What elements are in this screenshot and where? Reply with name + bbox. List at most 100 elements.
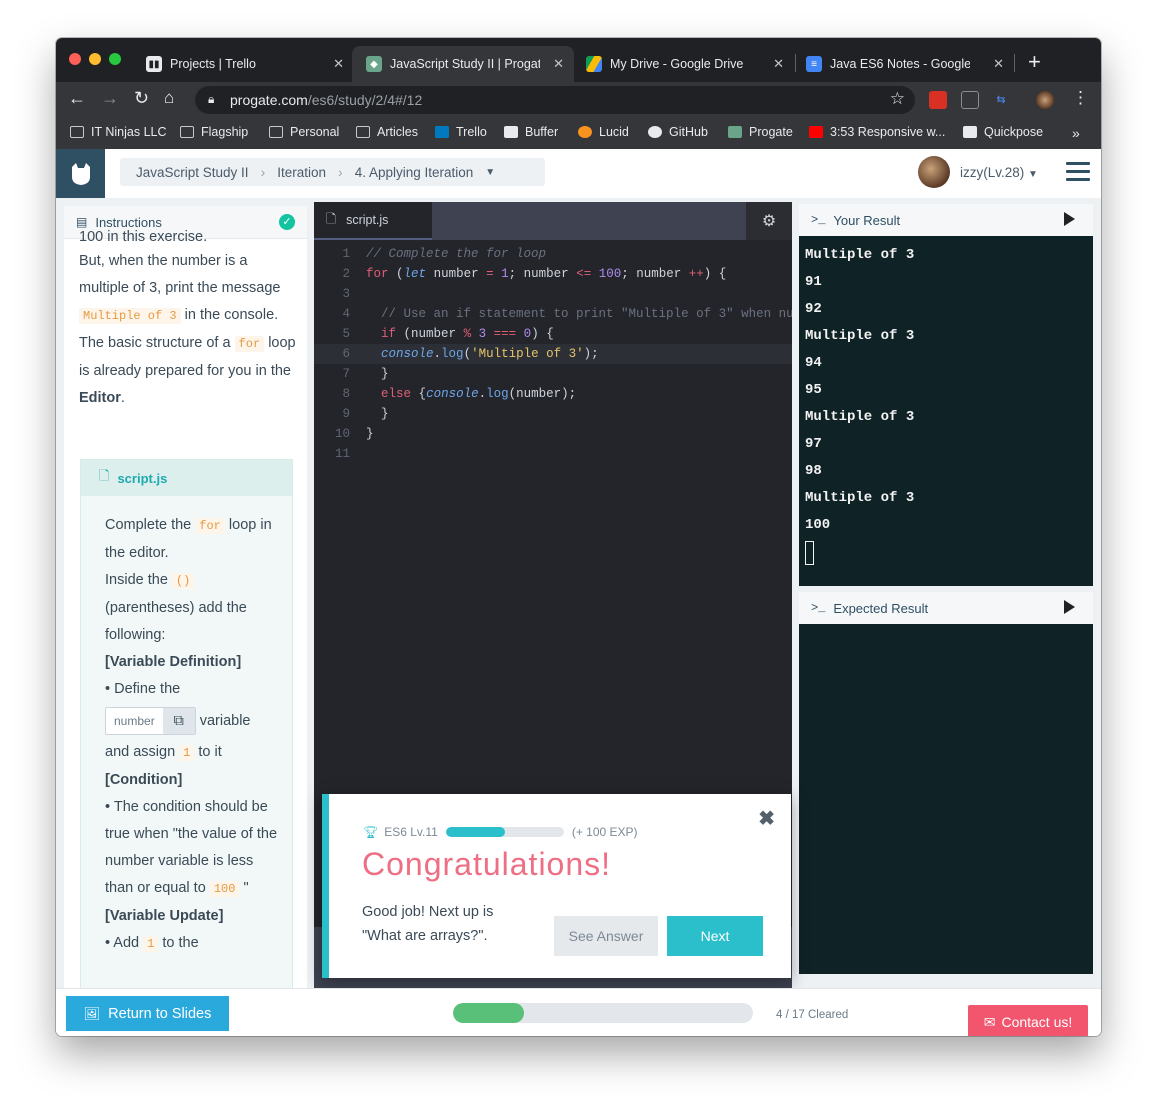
bookmark-quickpose[interactable]: Quickpose: [963, 125, 1043, 139]
profile-avatar-icon[interactable]: [1036, 91, 1054, 109]
line-number: 7: [342, 367, 350, 381]
code-text: }: [381, 367, 389, 381]
bookmark-trello[interactable]: Trello: [435, 125, 487, 139]
home-icon[interactable]: ⌂: [164, 88, 174, 108]
code-line[interactable]: 8 else {console.log(number);: [314, 384, 792, 404]
console-line: Multiple of 3: [805, 247, 915, 263]
editor-tabs: 🗋︎ script.js ⚙: [314, 202, 792, 240]
code-lines[interactable]: 1 // Complete the for loop 2 for (let numbe…: [314, 244, 792, 464]
extension-icon[interactable]: ⇆: [992, 91, 1010, 109]
bookmark-progate[interactable]: Progate: [728, 125, 793, 139]
next-button[interactable]: Next: [667, 916, 763, 956]
copy-code-box[interactable]: number ⧉: [105, 707, 196, 735]
forward-icon[interactable]: →: [101, 88, 119, 109]
close-icon[interactable]: ✖: [758, 806, 775, 831]
bookmark-folder[interactable]: IT Ninjas LLC: [70, 125, 167, 139]
code-text: }: [381, 407, 389, 421]
avatar[interactable]: [918, 156, 950, 188]
buffer-icon: [504, 126, 518, 138]
folder-icon: [269, 126, 283, 138]
code-line[interactable]: 9 }: [314, 404, 792, 424]
terminal-icon: >_: [811, 213, 826, 227]
close-window-button[interactable]: [69, 53, 81, 65]
tab-google-drive[interactable]: My Drive - Google Drive ✕: [572, 46, 794, 82]
extension-icon[interactable]: [961, 91, 979, 109]
google-docs-icon: ≡: [806, 56, 822, 72]
reload-icon[interactable]: ↻: [134, 88, 149, 109]
console-line: Multiple of 3: [805, 328, 915, 344]
instructions-text[interactable]: 100 in this exercise. But, when the numb…: [79, 230, 297, 412]
bookmark-lucid[interactable]: Lucid: [578, 125, 629, 139]
exp-bar: [445, 827, 564, 837]
more-bookmarks-button[interactable]: »: [1072, 125, 1080, 141]
line-number: 10: [334, 427, 350, 441]
tab-strip: ▮▮ Projects | Trello ✕ ◆ JavaScript Stud…: [56, 38, 1101, 82]
breadcrumb-lesson[interactable]: 4. Applying Iteration: [355, 165, 474, 180]
bookmark-youtube[interactable]: 3:53 Responsive w...: [809, 125, 945, 139]
maximize-window-button[interactable]: [109, 53, 121, 65]
code-text: for (let number = 1; number <= 100; numb…: [366, 267, 727, 281]
bookmark-folder[interactable]: Articles: [356, 125, 418, 139]
code-line[interactable]: 1 // Complete the for loop: [314, 244, 792, 264]
progate-logo[interactable]: [56, 149, 105, 198]
instructions-panel: ▤ Instructions ✓ 100 in this exercise. B…: [64, 206, 307, 988]
browser-toolbar: ← → ↻ ⌂ 🔒︎ progate.com/es6/study/2/4#/12…: [56, 82, 1101, 118]
gear-icon[interactable]: ⚙: [746, 202, 792, 240]
code-text: console.log('Multiple of 3');: [381, 347, 599, 361]
bookmark-folder[interactable]: Flagship: [180, 125, 248, 139]
code-line[interactable]: 3: [314, 284, 792, 304]
breadcrumb-chapter[interactable]: Iteration: [277, 165, 326, 180]
play-icon[interactable]: [1064, 600, 1075, 614]
minimize-window-button[interactable]: [89, 53, 101, 65]
bookmark-buffer[interactable]: Buffer: [504, 125, 558, 139]
bookmark-github[interactable]: GitHub: [648, 125, 708, 139]
modal-title: Congratulations!: [362, 846, 612, 882]
close-tab-icon[interactable]: ✕: [333, 56, 344, 72]
task-text[interactable]: Complete the for loop in the editor. Ins…: [105, 512, 285, 958]
tab-script-js[interactable]: 🗋︎ script.js: [314, 202, 432, 240]
hamburger-menu-icon[interactable]: [1066, 162, 1090, 184]
close-tab-icon[interactable]: ✕: [553, 56, 564, 72]
address-bar[interactable]: 🔒︎ progate.com/es6/study/2/4#/12 ☆: [195, 86, 915, 114]
bookmark-folder[interactable]: Personal: [269, 125, 339, 139]
tab-trello[interactable]: ▮▮ Projects | Trello ✕: [132, 46, 354, 82]
code-line[interactable]: 6 console.log('Multiple of 3');: [314, 344, 792, 364]
code-line[interactable]: 2 for (let number = 1; number <= 100; num…: [314, 264, 792, 284]
more-menu-icon[interactable]: ⋮: [1072, 88, 1089, 108]
your-result-header: >_ Your Result: [799, 204, 1093, 236]
caret-down-icon[interactable]: ▼: [485, 167, 495, 178]
see-answer-button[interactable]: See Answer: [554, 916, 658, 956]
congratulations-modal: ✖ 🏆︎ ES6 Lv.11 (+ 100 EXP) Congratulatio…: [322, 794, 791, 978]
breadcrumb-course[interactable]: JavaScript Study II: [136, 165, 249, 180]
tab-title: Java ES6 Notes - Google Docs: [830, 57, 970, 71]
back-icon[interactable]: ←: [68, 88, 86, 109]
copy-icon[interactable]: ⧉: [162, 708, 195, 734]
file-icon: 🗋︎: [99, 468, 110, 483]
new-tab-icon[interactable]: +: [1028, 49, 1041, 75]
return-to-slides-button[interactable]: 🖼︎ Return to Slides: [66, 996, 229, 1031]
play-icon[interactable]: [1064, 212, 1075, 226]
contact-us-button[interactable]: ✉ Contact us!: [968, 1005, 1088, 1036]
username-menu[interactable]: izzy(Lv.28) ▼: [960, 165, 1038, 180]
tab-title: JavaScript Study II | Progate: [390, 57, 540, 71]
code-line[interactable]: 5 if (number % 3 === 0) {: [314, 324, 792, 344]
code-text: // Complete the for loop: [366, 247, 547, 261]
close-tab-icon[interactable]: ✕: [773, 56, 784, 72]
tab-google-docs[interactable]: ≡ Java ES6 Notes - Google Docs ✕: [792, 46, 1014, 82]
code-line[interactable]: 11: [314, 444, 792, 464]
your-result-console: Multiple of 3 91 92 Multiple of 3 94 95 Multip…: [799, 236, 1093, 586]
file-icon: 🗋︎: [326, 211, 337, 226]
line-number: 11: [334, 447, 350, 461]
bookmark-star-icon[interactable]: ☆: [890, 89, 905, 109]
console-line: Multiple of 3: [805, 490, 915, 506]
tab-progate[interactable]: ◆ JavaScript Study II | Progate ✕: [352, 46, 574, 82]
tab-separator: [1014, 54, 1015, 72]
code-line[interactable]: 10}: [314, 424, 792, 444]
close-tab-icon[interactable]: ✕: [993, 56, 1004, 72]
tab-title: My Drive - Google Drive: [610, 57, 744, 71]
code-line[interactable]: 4 // Use an if statement to print "Multi…: [314, 304, 792, 324]
code-line[interactable]: 7 }: [314, 364, 792, 384]
lock-icon: 🔒︎: [208, 92, 215, 106]
console-line: 91: [805, 274, 822, 290]
extension-icon[interactable]: [929, 91, 947, 109]
